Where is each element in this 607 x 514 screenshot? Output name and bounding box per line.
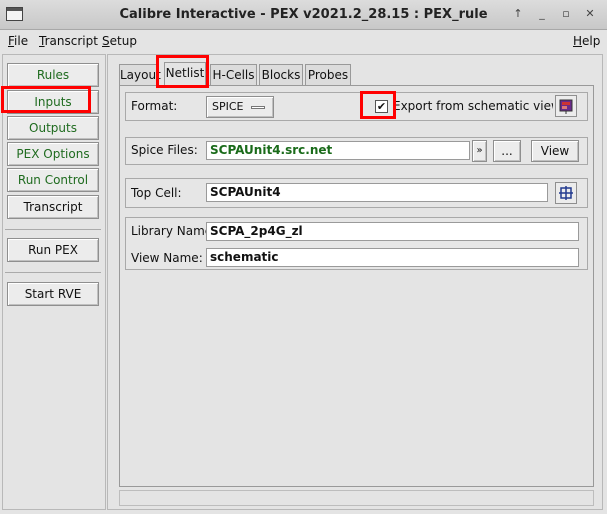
menu-transcript[interactable]: Transcript bbox=[39, 34, 98, 48]
tab-layout[interactable]: Layout bbox=[119, 64, 161, 86]
top-cell-input[interactable]: SCPAUnit4 bbox=[206, 183, 548, 202]
top-cell-label: Top Cell: bbox=[131, 186, 182, 200]
minimize-icon[interactable]: _ bbox=[535, 7, 549, 21]
maximize-icon[interactable]: ▫ bbox=[559, 7, 573, 21]
sidebar-item-transcript[interactable]: Transcript bbox=[7, 195, 99, 219]
format-label: Format: bbox=[131, 99, 178, 113]
menu-bar: File Transcript Setup Help bbox=[0, 31, 607, 53]
cell-browser-button[interactable] bbox=[555, 182, 577, 204]
menu-file[interactable]: File bbox=[8, 34, 28, 48]
format-select[interactable]: SPICE bbox=[206, 96, 274, 118]
tab-blocks[interactable]: Blocks bbox=[259, 64, 303, 86]
library-name-label: Library Name: bbox=[131, 224, 217, 238]
sidebar-item-inputs[interactable]: Inputs bbox=[7, 90, 99, 114]
spice-files-label: Spice Files: bbox=[131, 143, 198, 157]
run-pex-button[interactable]: Run PEX bbox=[7, 238, 99, 262]
schematic-viewer-button[interactable] bbox=[555, 95, 577, 117]
view-button[interactable]: View bbox=[531, 140, 579, 162]
spice-files-input[interactable]: SCPAUnit4.src.net bbox=[206, 141, 470, 160]
view-name-input[interactable]: schematic bbox=[206, 248, 579, 267]
sidebar-divider bbox=[5, 272, 101, 273]
sidebar-item-pex-options[interactable]: PEX Options bbox=[7, 142, 99, 166]
export-from-schematic-label: Export from schematic viewer bbox=[393, 99, 553, 113]
sidebar-divider bbox=[5, 229, 101, 230]
tab-netlist[interactable]: Netlist bbox=[164, 62, 206, 86]
option-menu-indicator-icon bbox=[251, 106, 265, 109]
view-name-label: View Name: bbox=[131, 251, 203, 265]
close-icon[interactable]: ✕ bbox=[583, 7, 597, 21]
title-bar: Calibre Interactive - PEX v2021.2_28.15 … bbox=[0, 0, 607, 30]
sidebar-item-run-control[interactable]: Run Control bbox=[7, 168, 99, 192]
menu-setup[interactable]: Setup bbox=[102, 34, 137, 48]
export-from-schematic-checkbox[interactable]: ✔ bbox=[375, 100, 388, 113]
menu-help[interactable]: Help bbox=[573, 34, 600, 48]
start-rve-button[interactable]: Start RVE bbox=[7, 282, 99, 306]
format-value: SPICE bbox=[212, 100, 244, 113]
cell-browser-icon bbox=[559, 186, 573, 200]
tab-hcells[interactable]: H-Cells bbox=[210, 64, 257, 86]
browse-button[interactable]: ... bbox=[493, 140, 521, 162]
schematic-viewer-icon bbox=[559, 99, 573, 114]
raise-icon[interactable]: ↑ bbox=[511, 7, 525, 21]
sidebar-item-outputs[interactable]: Outputs bbox=[7, 116, 99, 140]
sidebar-item-rules[interactable]: Rules bbox=[7, 63, 99, 87]
library-name-input[interactable]: SCPA_2p4G_zl bbox=[206, 222, 579, 241]
tab-probes[interactable]: Probes bbox=[305, 64, 351, 86]
status-bar bbox=[119, 490, 594, 506]
history-dropdown-icon[interactable]: » bbox=[472, 140, 487, 162]
window-controls: ↑ _ ▫ ✕ bbox=[511, 7, 597, 21]
